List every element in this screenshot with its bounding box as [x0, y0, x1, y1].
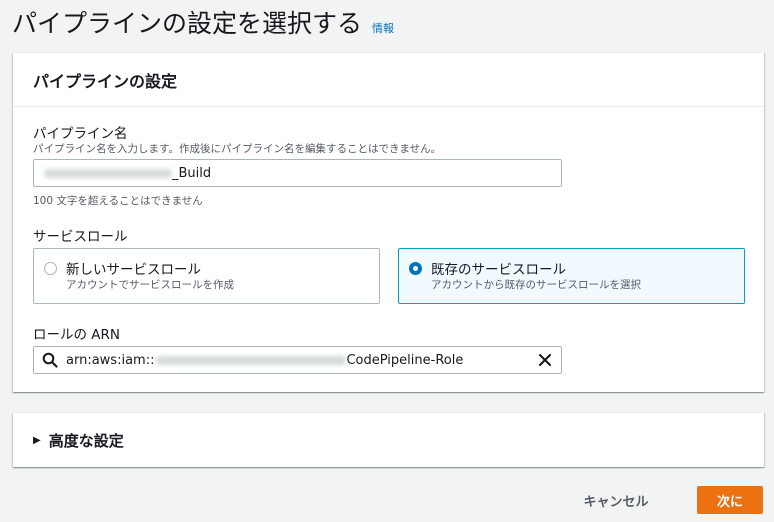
panel-title: パイプラインの設定: [33, 71, 178, 91]
existing-service-role-option[interactable]: 既存のサービスロール アカウントから既存のサービスロールを選択: [398, 248, 745, 304]
redacted-text: [156, 355, 347, 365]
pipeline-settings-panel: パイプラインの設定 パイプライン名 パイプライン名を入力します。作成後にパイプラ…: [13, 52, 764, 392]
caret-right-icon: ▶: [33, 434, 41, 446]
role-arn-prefix: arn:aws:iam::: [66, 352, 155, 368]
page-header: パイプラインの設定を選択する 情報: [12, 4, 394, 40]
advanced-settings-expander[interactable]: ▶ 高度な設定: [13, 412, 764, 467]
info-link[interactable]: 情報: [372, 20, 394, 36]
role-arn-label: ロールの ARN: [33, 327, 121, 343]
option-description: アカウントから既存のサービスロールを選択: [431, 279, 641, 291]
redacted-text: [44, 168, 172, 178]
next-button[interactable]: 次に: [697, 486, 763, 514]
option-label: 新しいサービスロール: [66, 262, 201, 278]
pipeline-name-description: パイプライン名を入力します。作成後にパイプライン名を編集することはできません。: [33, 143, 442, 155]
pipeline-name-constraint: 100 文字を超えることはできません: [33, 195, 203, 207]
service-role-label: サービスロール: [33, 229, 128, 245]
pipeline-name-input[interactable]: _Build: [33, 159, 562, 187]
new-service-role-option[interactable]: 新しいサービスロール アカウントでサービスロールを作成: [33, 248, 380, 304]
cancel-button[interactable]: キャンセル: [572, 487, 660, 513]
option-description: アカウントでサービスロールを作成: [66, 279, 234, 291]
search-icon: [42, 352, 58, 368]
clear-icon[interactable]: [537, 352, 553, 368]
option-label: 既存のサービスロール: [431, 262, 566, 278]
page-title: パイプラインの設定を選択する: [12, 9, 363, 38]
advanced-settings-label: 高度な設定: [48, 431, 124, 450]
panel-header: パイプラインの設定: [13, 53, 764, 107]
role-arn-search-input[interactable]: arn:aws:iam:: CodePipeline-Role: [33, 346, 562, 374]
pipeline-name-value: _Build: [172, 165, 212, 181]
pipeline-name-label: パイプライン名: [33, 126, 128, 142]
role-arn-suffix: CodePipeline-Role: [346, 352, 464, 368]
radio-button-checked[interactable]: [409, 262, 422, 275]
radio-button[interactable]: [44, 262, 57, 275]
